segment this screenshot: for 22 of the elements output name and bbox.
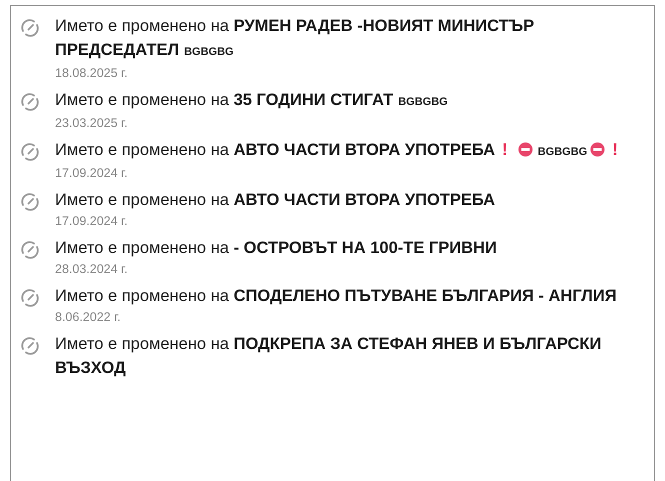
edit-cycle-icon	[19, 191, 41, 213]
edit-cycle-icon	[19, 141, 41, 163]
change-message: Името е променено на 35 ГОДИНИ СТИГАТ BGBGBG	[55, 90, 449, 111]
edit-cycle-icon	[19, 287, 41, 309]
change-message: Името е променено на АВТО ЧАСТИ ВТОРА УПОТРЕБА	[55, 190, 496, 211]
change-message: Името е променено на - ОСТРОВЪТ НА 100-ТЕ ГРИВНИ	[55, 238, 498, 259]
date-text: 17.09.2024 г.	[55, 165, 129, 182]
date-text: 23.03.2025 г.	[55, 115, 129, 132]
date-text: 8.06.2022 г.	[55, 309, 122, 326]
date-text: 17.09.2024 г.	[55, 213, 129, 230]
no-entry-icon	[518, 142, 533, 157]
date-text: 18.08.2025 г.	[55, 65, 129, 82]
edit-cycle-icon	[19, 239, 41, 261]
edit-cycle-icon	[19, 17, 41, 39]
edit-cycle-icon	[19, 335, 41, 357]
change-message: Името е променено на ПОДКРЕПА ЗА СТЕФАН ЯНЕВ И БЪЛГАРСКИ ВЪЗХОД	[55, 334, 602, 379]
date-text: 28.03.2024 г.	[55, 261, 129, 278]
change-message: Името е променено на АВТО ЧАСТИ ВТОРА УПОТРЕБА ! BGBGBG !	[55, 139, 619, 161]
no-entry-icon	[590, 142, 606, 157]
change-message: Името е променено на СПОДЕЛЕНО ПЪТУВАНЕ БЪЛГАРИЯ - АНГЛИЯ	[55, 286, 618, 307]
change-message: Името е променено на РУМЕН РАДЕВ -НОВИЯТ МИНИСТЪР ПРЕДСЕДАТЕЛ BGBGBG	[55, 16, 536, 61]
edit-cycle-icon	[19, 91, 41, 113]
